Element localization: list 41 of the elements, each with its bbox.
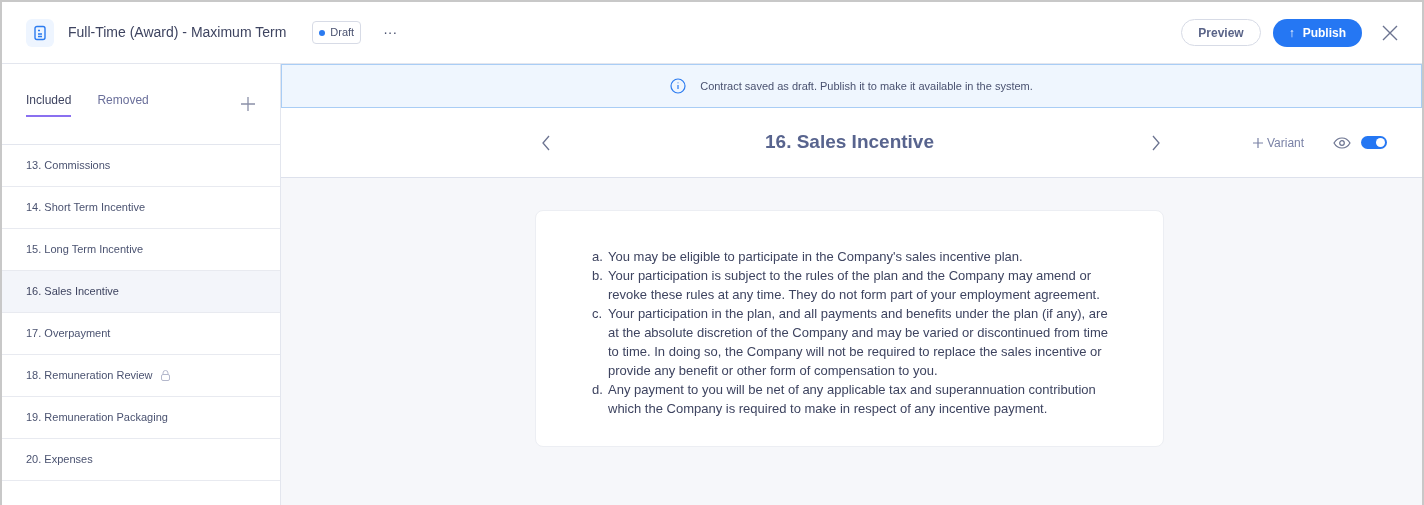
- sidebar-item[interactable]: 18. Remuneration Review: [2, 355, 280, 397]
- sidebar-tab[interactable]: Removed: [97, 91, 149, 117]
- list-marker: d.: [592, 381, 604, 399]
- document-icon: [26, 18, 54, 47]
- sidebar-item[interactable]: 13. Commissions: [2, 145, 280, 187]
- eye-icon: [1333, 136, 1351, 149]
- sidebar-tab[interactable]: Included: [26, 91, 72, 117]
- item-label: 15. Long Term Incentive: [26, 242, 144, 258]
- list-marker: a.: [592, 248, 604, 266]
- add-icon[interactable]: [240, 96, 256, 112]
- sidebar-item[interactable]: 19. Remuneration Packaging: [2, 397, 280, 439]
- previous-icon[interactable]: [541, 134, 551, 151]
- sidebar-item[interactable]: 16. Sales Incentive: [2, 271, 280, 313]
- more-button[interactable]: ···: [383, 22, 398, 43]
- sidebar-item[interactable]: 17. Overpayment: [2, 313, 280, 355]
- item-label: 17. Overpayment: [26, 326, 111, 342]
- plus-icon: [1253, 137, 1263, 148]
- info-icon: [670, 78, 687, 94]
- clause-paragraph: Your participation is subject to the rules of the plan and the Company may amend or revoke these rules at any time. They do not form part of your employment agreement.: [608, 267, 1101, 304]
- visibility-toggle[interactable]: [1361, 136, 1387, 149]
- item-label: 16. Sales Incentive: [26, 284, 119, 300]
- item-label: 13. Commissions: [26, 158, 111, 174]
- variant-button[interactable]: Variant: [1253, 133, 1305, 152]
- clause-paragraph: Your participation in the plan, and all payments and benefits under the plan (if any), are at the absolute discretion of the Company and may be varied or discontinued from time to time. In doing so, the Company will not be required to replace the sales incentive or provide any benefit or other form of compensation to you.: [608, 305, 1110, 380]
- banner-text: Contract saved as draft. Publish it to make it available in the system.: [700, 78, 1033, 94]
- item-label: 20. Expenses: [26, 452, 93, 468]
- contract-title: Full-Time (Award) - Maximum Term: [68, 23, 287, 42]
- list-marker: c.: [592, 305, 604, 323]
- status-badge: Draft: [312, 21, 362, 44]
- publish-button[interactable]: ↑ Publish: [1272, 18, 1362, 47]
- clause-paragraph: You may be eligible to participate in the Company's sales incentive plan.: [608, 248, 1023, 266]
- clause-title: 16. Sales Incentive: [765, 130, 934, 155]
- clause-paragraph: Any payment to you will be net of any applicable tax and superannuation contribution which the Company is required to make in respect of any incentive payment.: [608, 381, 1097, 418]
- sidebar-item[interactable]: 14. Short Term Incentive: [2, 187, 280, 229]
- item-label: 18. Remuneration Review: [26, 368, 153, 384]
- close-icon[interactable]: [1382, 24, 1398, 41]
- next-icon[interactable]: [1151, 134, 1161, 151]
- list-marker: b.: [592, 267, 604, 285]
- item-label: 19. Remuneration Packaging: [26, 410, 168, 426]
- sidebar-item[interactable]: 20. Expenses: [2, 439, 280, 481]
- item-label: 14. Short Term Incentive: [26, 200, 146, 216]
